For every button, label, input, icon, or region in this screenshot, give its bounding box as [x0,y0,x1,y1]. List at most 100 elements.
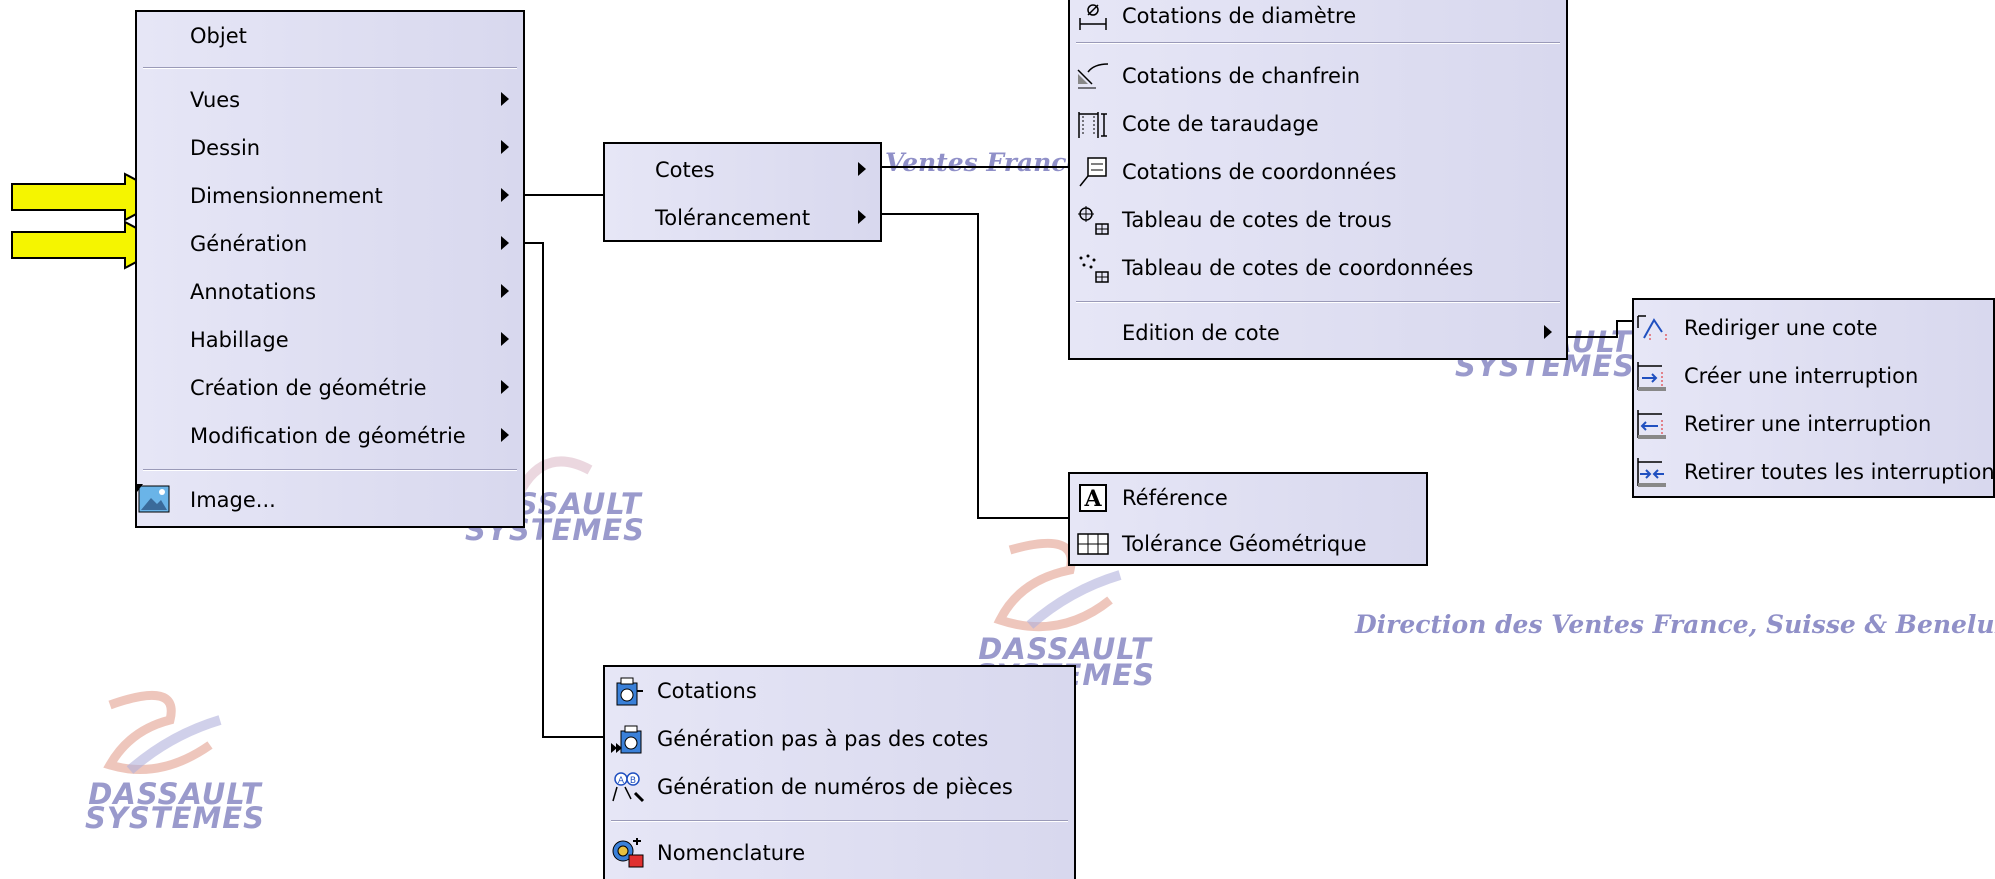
redirect-dimension-icon [1637,315,1667,342]
menu-item-label: Tableau de cotes de coordonnées [1122,256,1474,280]
menu-item-tableau-cotes-coordonnees[interactable]: Tableau de cotes de coordonnées [1070,246,1566,290]
submenu-arrow-icon [501,92,509,106]
connector-gen-h2 [542,736,605,738]
menu-separator [1076,42,1560,44]
geometric-tolerance-icon [1077,533,1109,555]
coordinate-table-icon [1079,254,1109,283]
image-icon [137,484,170,513]
watermark-brand-line2: SYSTEMES [85,801,265,835]
menu-item-label: Retirer toutes les interruptions [1684,460,1995,484]
menu-separator [143,67,517,69]
menu-item-label: Objet [190,24,247,48]
menu-separator [143,469,517,471]
menu-item-label: Référence [1122,486,1228,510]
coordinate-dimension-icon [1079,157,1107,187]
menu-item-edition-cote[interactable]: Edition de cote [1070,311,1566,355]
menu-item-generation-numeros-pieces[interactable]: A B Génération de numéros de pièces [605,765,1074,809]
menu-item-vues[interactable]: Vues [137,78,523,122]
hole-table-icon [1078,206,1109,235]
bill-of-material-icon [612,838,644,868]
menu-item-generation-pas-a-pas[interactable]: Génération pas à pas des cotes [605,717,1074,761]
menu-item-modification-geometrie[interactable]: Modification de géométrie [137,414,523,458]
menu-item-dessin[interactable]: Dessin [137,126,523,170]
submenu-arrow-icon [501,428,509,442]
connector-tol-h2 [977,517,1070,519]
remove-all-interruptions-icon [1637,458,1666,487]
menu-item-dimensionnement[interactable]: Dimensionnement [137,174,523,218]
menu-item-label: Modification de géométrie [190,424,466,448]
menu-item-label: Cotations de chanfrein [1122,64,1361,88]
menu-item-reference[interactable]: A Référence [1070,476,1426,520]
watermark-direction-text: Direction des Ventes France, Suisse & Be… [1355,610,1995,639]
menu-item-label: Tableau de cotes de trous [1122,208,1392,232]
submenu-arrow-icon [501,140,509,154]
remove-interruption-icon [1637,410,1666,439]
menu-item-image[interactable]: Image... [137,478,523,522]
menu-item-label: Rediriger une cote [1684,316,1878,340]
menu-item-tolerance-geometrique[interactable]: Tolérance Géométrique [1070,522,1426,566]
connector-gen-h1 [523,242,543,244]
connector-tol-v [977,213,979,519]
menu-item-cotations-coordonnees[interactable]: Cotations de coordonnées [1070,150,1566,194]
menu-item-retirer-interruption[interactable]: Retirer une interruption [1634,402,1993,446]
menu-item-retirer-toutes-interruptions[interactable]: Retirer toutes les interruptions [1634,450,1995,494]
menu-item-label: Tolérancement [655,206,811,230]
submenu-arrow-icon [501,332,509,346]
menu-item-tolerancement[interactable]: Tolérancement [605,196,880,240]
menu-item-objet[interactable]: Objet [137,14,523,58]
menu-separator [611,820,1068,822]
menu-item-label: Habillage [190,328,289,352]
cotes-submenu: Cotations de diamètre Cotations de chanf… [1068,0,1568,360]
svg-text:A: A [618,776,625,786]
menu-item-label: Créer une interruption [1684,364,1919,388]
connector-edit-h1 [1567,336,1617,338]
connector-edit-v [1616,320,1618,338]
connector-tol-h1 [880,213,978,215]
edition-cote-submenu: Rediriger une cote Créer une interruptio… [1632,298,1995,498]
generation-submenu: Cotations Génération pas à pas des cotes… [603,665,1076,879]
menu-item-label: Retirer une interruption [1684,412,1932,436]
balloon-generation-icon: A B [612,772,645,803]
dassault-logo-watermark-3: DASSAULT SYSTEMES [70,680,280,835]
watermark-fragment-text: Ventes France [885,148,1083,177]
menu-item-generation[interactable]: Génération [137,222,523,266]
menu-item-label: Image... [190,488,276,512]
submenu-arrow-icon [501,284,509,298]
menu-item-cote-taraudage[interactable]: Cote de taraudage [1070,102,1566,146]
menu-item-annotations[interactable]: Annotations [137,270,523,314]
menu-item-creer-interruption[interactable]: Créer une interruption [1634,354,1993,398]
datum-reference-icon: A [1079,484,1107,512]
menu-item-cotations-chanfrein[interactable]: Cotations de chanfrein [1070,54,1566,98]
menu-item-label: Cotations [657,679,757,703]
menu-item-label: Génération pas à pas des cotes [657,727,989,751]
menu-item-label: Dimensionnement [190,184,383,208]
menu-item-habillage[interactable]: Habillage [137,318,523,362]
connector-gen-v [542,242,544,738]
menu-item-label: Annotations [190,280,317,304]
generate-dimensions-icon [616,677,643,706]
menu-item-label: Création de géométrie [190,376,427,400]
chamfer-dimension-icon [1077,63,1109,89]
menu-item-label: Vues [190,88,241,112]
diameter-dimension-icon [1079,4,1107,30]
menu-item-cotations-diametre[interactable]: Cotations de diamètre [1070,0,1566,38]
tolerancement-submenu: A Référence Tolérance Géométrique [1068,472,1428,566]
svg-text:A: A [1083,486,1102,512]
step-by-step-generation-icon [611,725,642,754]
menu-item-creation-geometrie[interactable]: Création de géométrie [137,366,523,410]
menu-item-label: Cote de taraudage [1122,112,1319,136]
menu-item-cotations-generation[interactable]: Cotations [605,669,1074,713]
menu-item-label: Génération de numéros de pièces [657,775,1013,799]
dimensionnement-submenu: Cotes Tolérancement [603,142,882,242]
connector-dim-h1 [523,194,603,196]
menu-item-cotes[interactable]: Cotes [605,148,880,192]
menu-item-nomenclature[interactable]: Nomenclature [605,831,1074,875]
menu-item-label: Edition de cote [1122,321,1280,345]
main-context-menu: Objet Vues Dessin Dimensionnement Généra… [135,10,525,528]
ds-logo-icon [103,690,222,774]
menu-item-label: Dessin [190,136,261,160]
menu-item-label: Cotations de coordonnées [1122,160,1397,184]
menu-item-tableau-cotes-trous[interactable]: Tableau de cotes de trous [1070,198,1566,242]
create-interruption-icon [1637,362,1666,391]
menu-item-rediriger-cote[interactable]: Rediriger une cote [1634,306,1993,350]
